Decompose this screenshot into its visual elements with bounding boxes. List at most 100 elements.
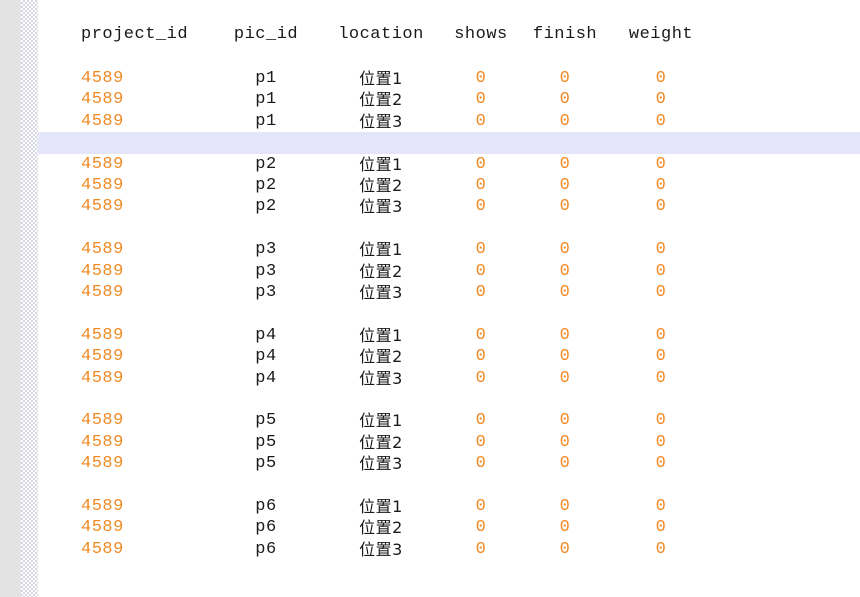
table-row[interactable]: 4589p4位置1000 bbox=[38, 325, 860, 346]
cell-finish: 0 bbox=[526, 89, 604, 110]
cell-finish: 0 bbox=[526, 175, 604, 196]
cell-project-id: 4589 bbox=[81, 282, 221, 303]
cell-weight: 0 bbox=[616, 410, 706, 431]
cell-weight: 0 bbox=[616, 89, 706, 110]
cell-location: 位置1 bbox=[321, 325, 441, 346]
table-row[interactable]: 4589p3位置2000 bbox=[38, 261, 860, 282]
cell-project-id: 4589 bbox=[81, 325, 221, 346]
document-viewport: project_idpic_id locationshows finish weigh… bbox=[0, 0, 860, 597]
column-header-pic-id[interactable]: pic_id bbox=[221, 24, 311, 45]
cell-pic-id: p4 bbox=[221, 346, 311, 367]
cell-pic-id: p2 bbox=[221, 196, 311, 217]
cell-finish: 0 bbox=[526, 346, 604, 367]
cell-pic-id: p5 bbox=[221, 453, 311, 474]
cell-finish: 0 bbox=[526, 282, 604, 303]
table-row[interactable]: 4589p4位置3000 bbox=[38, 368, 860, 389]
cell-project-id: 4589 bbox=[81, 432, 221, 453]
column-header-weight[interactable]: weight bbox=[616, 24, 706, 45]
cell-shows: 0 bbox=[446, 196, 516, 217]
cell-shows: 0 bbox=[446, 368, 516, 389]
cell-location: 位置3 bbox=[321, 111, 441, 132]
left-gutter bbox=[0, 0, 21, 597]
cell-shows: 0 bbox=[446, 89, 516, 110]
cell-shows: 0 bbox=[446, 517, 516, 538]
cell-project-id: 4589 bbox=[81, 154, 221, 175]
cell-location: 位置2 bbox=[321, 175, 441, 196]
cell-pic-id: p5 bbox=[221, 410, 311, 431]
table-row[interactable]: 4589p6位置3000 bbox=[38, 539, 860, 560]
cell-location: 位置3 bbox=[321, 368, 441, 389]
cell-finish: 0 bbox=[526, 68, 604, 89]
cell-finish: 0 bbox=[526, 496, 604, 517]
cell-shows: 0 bbox=[446, 346, 516, 367]
left-texture-strip bbox=[21, 0, 38, 597]
cell-location: 位置3 bbox=[321, 282, 441, 303]
column-header-project-id[interactable]: project_id bbox=[81, 24, 221, 45]
column-header-finish[interactable]: finish bbox=[526, 24, 604, 45]
cell-weight: 0 bbox=[616, 239, 706, 260]
cell-weight: 0 bbox=[616, 261, 706, 282]
cell-project-id: 4589 bbox=[81, 89, 221, 110]
table-row[interactable]: 4589p5位置2000 bbox=[38, 432, 860, 453]
cell-pic-id: p4 bbox=[221, 325, 311, 346]
cell-pic-id: p5 bbox=[221, 432, 311, 453]
cell-project-id: 4589 bbox=[81, 261, 221, 282]
cell-weight: 0 bbox=[616, 539, 706, 560]
cell-project-id: 4589 bbox=[81, 346, 221, 367]
cell-weight: 0 bbox=[616, 496, 706, 517]
cell-project-id: 4589 bbox=[81, 175, 221, 196]
cell-project-id: 4589 bbox=[81, 539, 221, 560]
cell-weight: 0 bbox=[616, 453, 706, 474]
table-row[interactable]: 4589p1位置2000 bbox=[38, 89, 860, 110]
cell-finish: 0 bbox=[526, 325, 604, 346]
cell-location: 位置1 bbox=[321, 239, 441, 260]
table-row[interactable]: 4589p4位置2000 bbox=[38, 346, 860, 367]
cell-pic-id: p3 bbox=[221, 239, 311, 260]
cell-shows: 0 bbox=[446, 261, 516, 282]
cell-weight: 0 bbox=[616, 175, 706, 196]
cell-location: 位置1 bbox=[321, 496, 441, 517]
table-row[interactable]: 4589p2位置1000 bbox=[38, 154, 860, 175]
table-row[interactable]: 4589p5位置3000 bbox=[38, 453, 860, 474]
table-row[interactable]: 4589p5位置1000 bbox=[38, 410, 860, 431]
cell-finish: 0 bbox=[526, 368, 604, 389]
column-header-location[interactable]: location bbox=[321, 24, 441, 45]
table-row[interactable]: 4589p1位置3000 bbox=[38, 111, 860, 132]
cell-pic-id: p1 bbox=[221, 89, 311, 110]
cell-weight: 0 bbox=[616, 196, 706, 217]
cell-project-id: 4589 bbox=[81, 111, 221, 132]
cell-project-id: 4589 bbox=[81, 239, 221, 260]
column-header-shows[interactable]: shows bbox=[446, 24, 516, 45]
table-row[interactable]: 4589p6位置2000 bbox=[38, 517, 860, 538]
cell-location: 位置3 bbox=[321, 453, 441, 474]
cell-location: 位置2 bbox=[321, 261, 441, 282]
cell-project-id: 4589 bbox=[81, 368, 221, 389]
cell-location: 位置2 bbox=[321, 432, 441, 453]
table-row[interactable]: 4589p3位置3000 bbox=[38, 282, 860, 303]
table-row[interactable]: 4589p1位置1000 bbox=[38, 68, 860, 89]
cell-weight: 0 bbox=[616, 368, 706, 389]
cell-weight: 0 bbox=[616, 346, 706, 367]
cell-shows: 0 bbox=[446, 325, 516, 346]
cell-finish: 0 bbox=[526, 196, 604, 217]
cell-finish: 0 bbox=[526, 154, 604, 175]
table-row[interactable]: 4589p6位置1000 bbox=[38, 496, 860, 517]
cell-location: 位置1 bbox=[321, 68, 441, 89]
cell-location: 位置1 bbox=[321, 154, 441, 175]
table-header-row: project_idpic_id locationshows finish weigh… bbox=[38, 24, 860, 45]
cell-shows: 0 bbox=[446, 453, 516, 474]
table-row[interactable]: 4589p2位置2000 bbox=[38, 175, 860, 196]
cell-finish: 0 bbox=[526, 410, 604, 431]
cell-pic-id: p6 bbox=[221, 539, 311, 560]
cell-finish: 0 bbox=[526, 432, 604, 453]
cell-finish: 0 bbox=[526, 261, 604, 282]
cell-weight: 0 bbox=[616, 517, 706, 538]
cell-pic-id: p2 bbox=[221, 154, 311, 175]
table-row[interactable]: 4589p2位置3000 bbox=[38, 196, 860, 217]
cell-pic-id: p2 bbox=[221, 175, 311, 196]
cell-pic-id: p3 bbox=[221, 261, 311, 282]
table-row[interactable]: 4589p3位置1000 bbox=[38, 239, 860, 260]
cell-pic-id: p1 bbox=[221, 111, 311, 132]
cell-project-id: 4589 bbox=[81, 410, 221, 431]
cell-pic-id: p6 bbox=[221, 496, 311, 517]
